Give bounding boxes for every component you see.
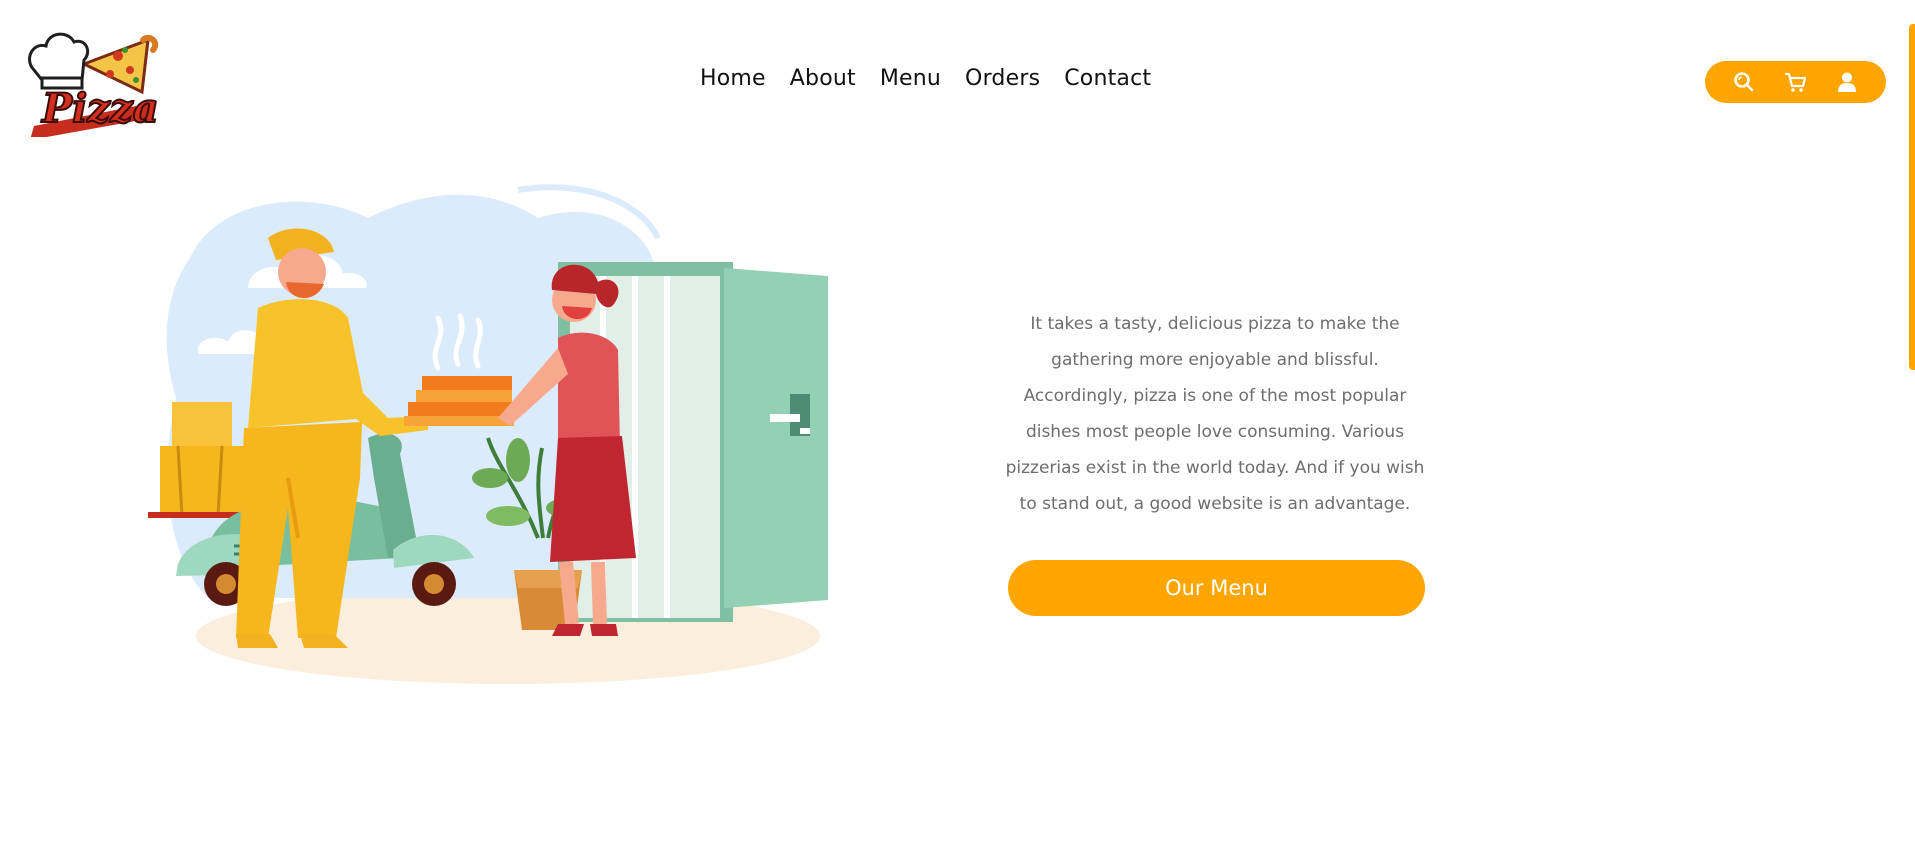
nav-menu[interactable]: Menu (880, 66, 941, 91)
header-actions (1705, 61, 1886, 103)
nav-orders[interactable]: Orders (965, 66, 1040, 91)
main-nav: Home About Menu Orders Contact (700, 66, 1151, 91)
pizza-logo[interactable]: Pizza (24, 22, 160, 140)
nav-home[interactable]: Home (700, 66, 766, 91)
user-button[interactable] (1829, 64, 1865, 100)
hero-description: It takes a tasty, delicious pizza to mak… (1005, 314, 1425, 514)
cart-icon (1784, 72, 1806, 92)
user-icon (1837, 72, 1856, 92)
page-scrollbar[interactable] (1909, 24, 1915, 370)
chef-hat-pizza-logo-icon: Pizza (28, 32, 160, 140)
logo-wordmark: Pizza (41, 85, 159, 132)
pizza-delivery-illustration (138, 178, 838, 688)
search-icon (1734, 72, 1754, 92)
site-header: Pizza Home About Menu Orders Contact (0, 0, 1915, 150)
pizza-delivery-illustration-icon (148, 184, 828, 684)
cart-button[interactable] (1778, 64, 1814, 100)
nav-contact[interactable]: Contact (1064, 66, 1151, 91)
our-menu-button[interactable]: Our Menu (1008, 560, 1425, 616)
search-button[interactable] (1726, 64, 1762, 100)
nav-about[interactable]: About (790, 66, 856, 91)
